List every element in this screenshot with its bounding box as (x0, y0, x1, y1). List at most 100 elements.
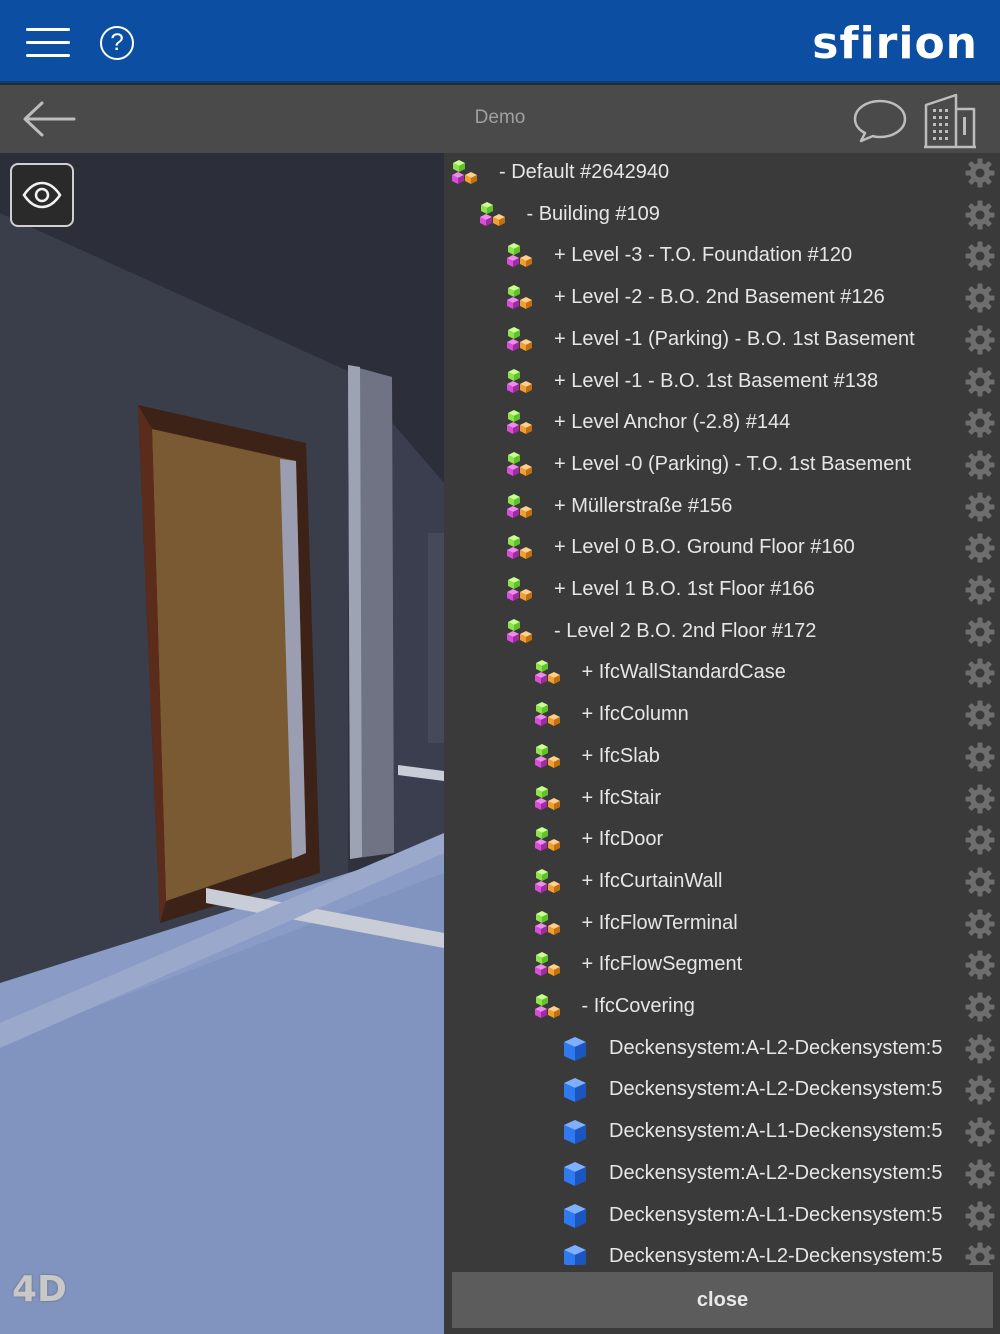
gear-icon[interactable] (964, 157, 996, 189)
close-button[interactable]: close (452, 1272, 993, 1328)
3d-viewport[interactable]: 4D (0, 153, 444, 1334)
tree-item[interactable]: - Building #109 (444, 195, 1000, 237)
group-cubes-icon (507, 409, 533, 437)
group-cubes-icon (534, 785, 561, 813)
gear-icon[interactable] (964, 657, 996, 689)
gear-icon[interactable] (964, 824, 996, 856)
tree-item[interactable]: + IfcSlab (444, 737, 1000, 779)
element-cube-icon (562, 1118, 588, 1146)
gear-icon[interactable] (964, 366, 996, 398)
group-cubes-icon (534, 910, 561, 938)
tree-item-label: - Level 2 B.O. 2nd Floor #172 (554, 619, 817, 642)
gear-icon[interactable] (964, 699, 996, 731)
group-cubes-icon (507, 284, 533, 312)
tree-item-label: + Müllerstraße #156 (554, 494, 733, 517)
tree-item[interactable]: + Level -3 - T.O. Foundation #120 (444, 236, 1000, 278)
tree-item[interactable]: - Level 2 B.O. 2nd Floor #172 (444, 612, 1000, 654)
gear-icon[interactable] (964, 783, 996, 815)
tree-item-label: + IfcStair (581, 786, 661, 809)
element-cube-icon (562, 1076, 588, 1104)
visibility-toggle-button[interactable] (10, 163, 74, 227)
group-cubes-icon (507, 242, 533, 270)
group-cubes-icon (534, 701, 561, 729)
hamburger-icon-line (26, 54, 70, 57)
tree-item[interactable]: + IfcCurtainWall (444, 862, 1000, 904)
gear-icon[interactable] (964, 407, 996, 439)
group-cubes-icon (507, 493, 533, 521)
building-icon (924, 93, 976, 149)
tree-item-label: Deckensystem:A-L2-Deckensystem:5 (609, 1161, 943, 1184)
gear-icon[interactable] (964, 1116, 996, 1148)
gear-icon[interactable] (964, 741, 996, 773)
group-cubes-icon (534, 659, 561, 687)
tree-item[interactable]: + IfcFlowSegment (444, 945, 1000, 987)
group-cubes-icon (479, 201, 506, 229)
tree-item-label: + IfcColumn (581, 703, 689, 726)
chat-bubble-icon (853, 99, 907, 143)
gear-icon[interactable] (964, 240, 996, 272)
tree-item[interactable]: - IfcCovering (444, 987, 1000, 1029)
gear-icon[interactable] (964, 1241, 996, 1265)
tree-item[interactable]: Deckensystem:A-L1-Deckensystem:5 (444, 1196, 1000, 1238)
gear-icon[interactable] (964, 1033, 996, 1065)
group-cubes-icon (507, 368, 533, 396)
tree-item[interactable]: + Level -1 (Parking) - B.O. 1st Basement (444, 320, 1000, 362)
tree-item-label: + Level -2 - B.O. 2nd Basement #126 (554, 286, 885, 309)
tree-item-label: - Default #2642940 (499, 161, 670, 183)
tree-item[interactable]: Deckensystem:A-L2-Deckensystem:5 (444, 1237, 1000, 1265)
tree-item[interactable]: + IfcWallStandardCase (444, 653, 1000, 695)
model-tree-list[interactable]: - Default #2642940 - Building #109 + Lev… (444, 153, 1000, 1265)
tree-item[interactable]: + IfcFlowTerminal (444, 904, 1000, 946)
tree-item[interactable]: + Level 0 B.O. Ground Floor #160 (444, 528, 1000, 570)
gear-icon[interactable] (964, 449, 996, 481)
tree-item[interactable]: Deckensystem:A-L2-Deckensystem:5 (444, 1070, 1000, 1112)
tree-item[interactable]: + Level -2 - B.O. 2nd Basement #126 (444, 278, 1000, 320)
page-title: Demo (474, 107, 526, 128)
3d-scene (0, 153, 444, 1334)
tree-item[interactable]: - Default #2642940 (444, 153, 1000, 195)
chat-button[interactable] (852, 97, 908, 143)
help-button[interactable]: ? (100, 26, 134, 60)
gear-icon[interactable] (964, 991, 996, 1023)
gear-icon[interactable] (964, 282, 996, 314)
gear-icon[interactable] (964, 324, 996, 356)
tree-item[interactable]: + Level 1 B.O. 1st Floor #166 (444, 570, 1000, 612)
hamburger-icon (26, 28, 70, 31)
gear-icon[interactable] (964, 532, 996, 564)
gear-icon[interactable] (964, 1074, 996, 1106)
gear-icon[interactable] (964, 949, 996, 981)
tree-item[interactable]: + IfcDoor (444, 820, 1000, 862)
tree-item[interactable]: + Level -0 (Parking) - T.O. 1st Basement (444, 445, 1000, 487)
tree-item[interactable]: + Müllerstraße #156 (444, 487, 1000, 529)
gear-icon[interactable] (964, 491, 996, 523)
hamburger-icon-line (26, 41, 70, 44)
tree-item[interactable]: + Level -1 - B.O. 1st Basement #138 (444, 362, 1000, 404)
element-cube-icon (562, 1160, 588, 1188)
building-button[interactable] (922, 91, 978, 149)
group-cubes-icon (534, 743, 561, 771)
gear-icon[interactable] (964, 574, 996, 606)
group-cubes-icon (507, 326, 533, 354)
menu-button[interactable] (26, 26, 72, 60)
gear-icon[interactable] (964, 1158, 996, 1190)
tree-item[interactable]: + Level Anchor (-2.8) #144 (444, 403, 1000, 445)
tree-item[interactable]: + IfcStair (444, 779, 1000, 821)
gear-icon[interactable] (964, 199, 996, 231)
group-cubes-icon (534, 993, 561, 1021)
tree-item-label: + Level -1 (Parking) - B.O. 1st Basement (554, 327, 915, 350)
tree-item[interactable]: Deckensystem:A-L1-Deckensystem:5 (444, 1112, 1000, 1154)
tree-item-label: Deckensystem:A-L1-Deckensystem:5 (609, 1203, 943, 1226)
element-cube-icon (562, 1035, 588, 1063)
model-tree-panel: - Default #2642940 - Building #109 + Lev… (444, 153, 1000, 1334)
tree-item-label: + Level -3 - T.O. Foundation #120 (554, 244, 853, 267)
question-icon: ? (110, 29, 124, 56)
gear-icon[interactable] (964, 908, 996, 940)
gear-icon[interactable] (964, 616, 996, 648)
group-cubes-icon (534, 951, 561, 979)
gear-icon[interactable] (964, 1200, 996, 1232)
gear-icon[interactable] (964, 866, 996, 898)
tree-item-label: + Level -0 (Parking) - T.O. 1st Basement (554, 452, 912, 475)
tree-item[interactable]: Deckensystem:A-L2-Deckensystem:5 (444, 1029, 1000, 1071)
tree-item[interactable]: Deckensystem:A-L2-Deckensystem:5 (444, 1154, 1000, 1196)
tree-item[interactable]: + IfcColumn (444, 695, 1000, 737)
